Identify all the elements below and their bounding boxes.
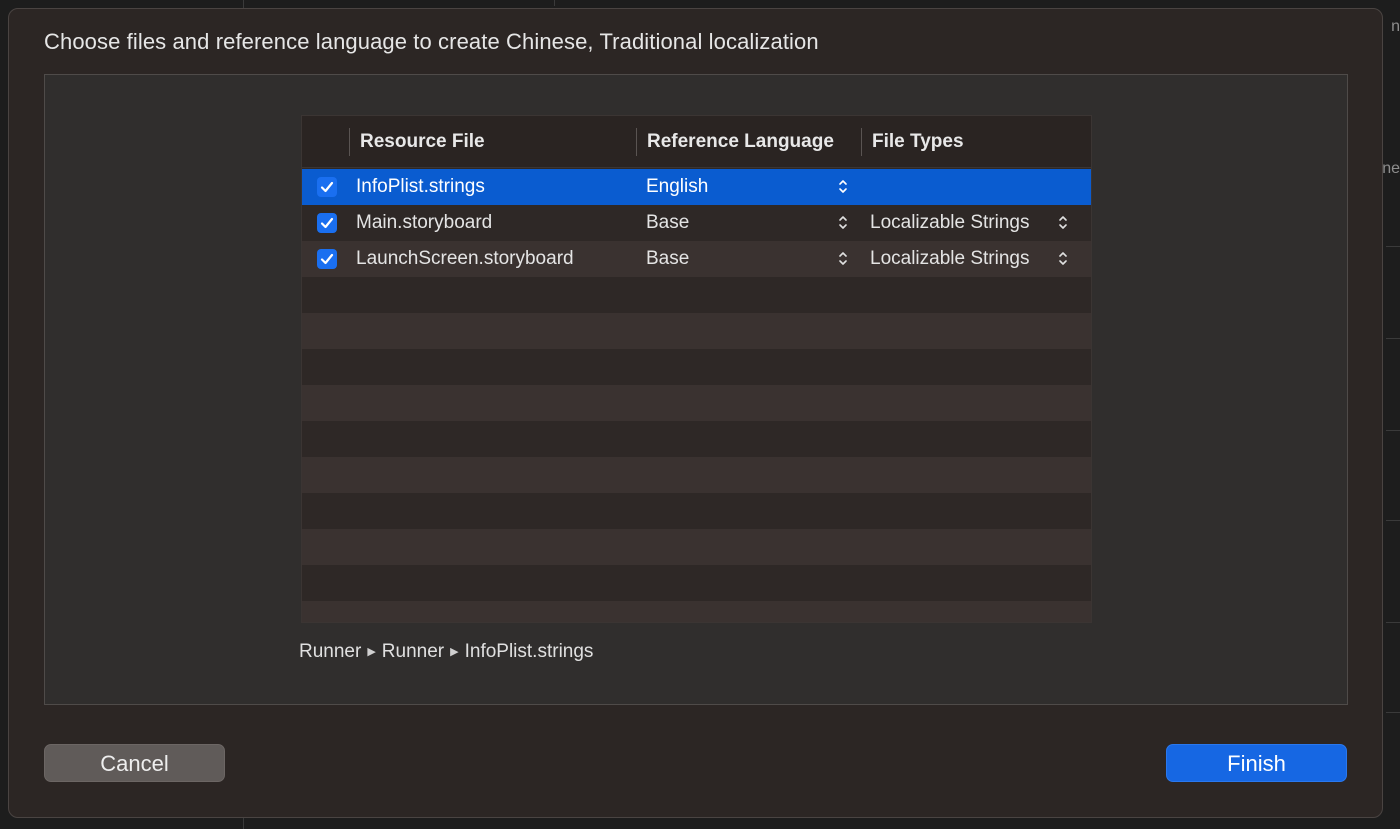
empty-row bbox=[302, 385, 1091, 421]
empty-row bbox=[302, 493, 1091, 529]
file-path-breadcrumb: Runner ▶ Runner ▶ InfoPlist.strings bbox=[299, 641, 593, 663]
empty-row bbox=[302, 601, 1091, 622]
breadcrumb-item: Runner bbox=[299, 641, 362, 662]
chevron-up-down-icon[interactable] bbox=[838, 214, 848, 231]
file-type-popup[interactable]: Localizable Strings bbox=[870, 248, 1029, 270]
table-row[interactable]: InfoPlist.strings English bbox=[302, 169, 1091, 205]
chevron-up-down-icon[interactable] bbox=[838, 178, 848, 195]
reference-language-popup[interactable]: Base bbox=[646, 248, 689, 270]
background-divider bbox=[1386, 622, 1400, 623]
empty-row bbox=[302, 457, 1091, 493]
empty-row bbox=[302, 565, 1091, 601]
resource-file-name: LaunchScreen.storyboard bbox=[356, 248, 574, 269]
resource-table: Resource File Reference Language File Ty… bbox=[301, 115, 1092, 623]
background-divider bbox=[554, 0, 555, 6]
background-divider bbox=[1386, 430, 1400, 431]
checkmark-icon bbox=[320, 217, 334, 229]
checkmark-icon bbox=[320, 253, 334, 265]
breadcrumb-item: InfoPlist.strings bbox=[464, 641, 594, 662]
empty-row bbox=[302, 421, 1091, 457]
background-divider bbox=[1386, 338, 1400, 339]
empty-row bbox=[302, 277, 1091, 313]
include-checkbox[interactable] bbox=[317, 249, 337, 269]
breadcrumb-item: Runner bbox=[381, 641, 445, 662]
empty-row bbox=[302, 529, 1091, 565]
column-header-resource-file[interactable]: Resource File bbox=[360, 131, 485, 153]
table-header: Resource File Reference Language File Ty… bbox=[302, 116, 1091, 168]
background-divider bbox=[243, 818, 244, 829]
resource-file-name: InfoPlist.strings bbox=[356, 176, 485, 197]
background-divider bbox=[1386, 712, 1400, 713]
breadcrumb-arrow-icon: ▶ bbox=[367, 646, 376, 658]
column-separator bbox=[636, 128, 637, 156]
include-checkbox[interactable] bbox=[317, 213, 337, 233]
reference-language-popup[interactable]: English bbox=[646, 176, 708, 198]
table-row[interactable]: Main.storyboard Base Localizable Strings bbox=[302, 205, 1091, 241]
breadcrumb-arrow-icon: ▶ bbox=[450, 646, 459, 658]
cancel-button[interactable]: Cancel bbox=[44, 744, 225, 782]
content-panel: Resource File Reference Language File Ty… bbox=[44, 74, 1348, 705]
chevron-up-down-icon[interactable] bbox=[1058, 250, 1068, 267]
column-separator bbox=[861, 128, 862, 156]
background-edge-text: n bbox=[1391, 18, 1400, 35]
sheet-title: Choose files and reference language to c… bbox=[44, 29, 819, 54]
resource-file-name: Main.storyboard bbox=[356, 212, 493, 233]
background-divider bbox=[1386, 520, 1400, 521]
background-divider bbox=[243, 0, 244, 8]
chevron-up-down-icon[interactable] bbox=[838, 250, 848, 267]
chevron-up-down-icon[interactable] bbox=[1058, 214, 1068, 231]
table-row[interactable]: LaunchScreen.storyboard Base Localizable… bbox=[302, 241, 1091, 277]
empty-row bbox=[302, 313, 1091, 349]
column-separator bbox=[349, 128, 350, 156]
finish-button[interactable]: Finish bbox=[1166, 744, 1347, 782]
background-edge-text: ne bbox=[1382, 160, 1400, 177]
column-header-file-types[interactable]: File Types bbox=[872, 131, 964, 153]
empty-row bbox=[302, 349, 1091, 385]
background-divider bbox=[1386, 246, 1400, 247]
include-checkbox[interactable] bbox=[317, 177, 337, 197]
reference-language-popup[interactable]: Base bbox=[646, 212, 689, 234]
column-header-reference-language[interactable]: Reference Language bbox=[647, 131, 834, 153]
localization-sheet: Choose files and reference language to c… bbox=[8, 8, 1383, 818]
file-type-popup[interactable]: Localizable Strings bbox=[870, 212, 1029, 234]
checkmark-icon bbox=[320, 181, 334, 193]
